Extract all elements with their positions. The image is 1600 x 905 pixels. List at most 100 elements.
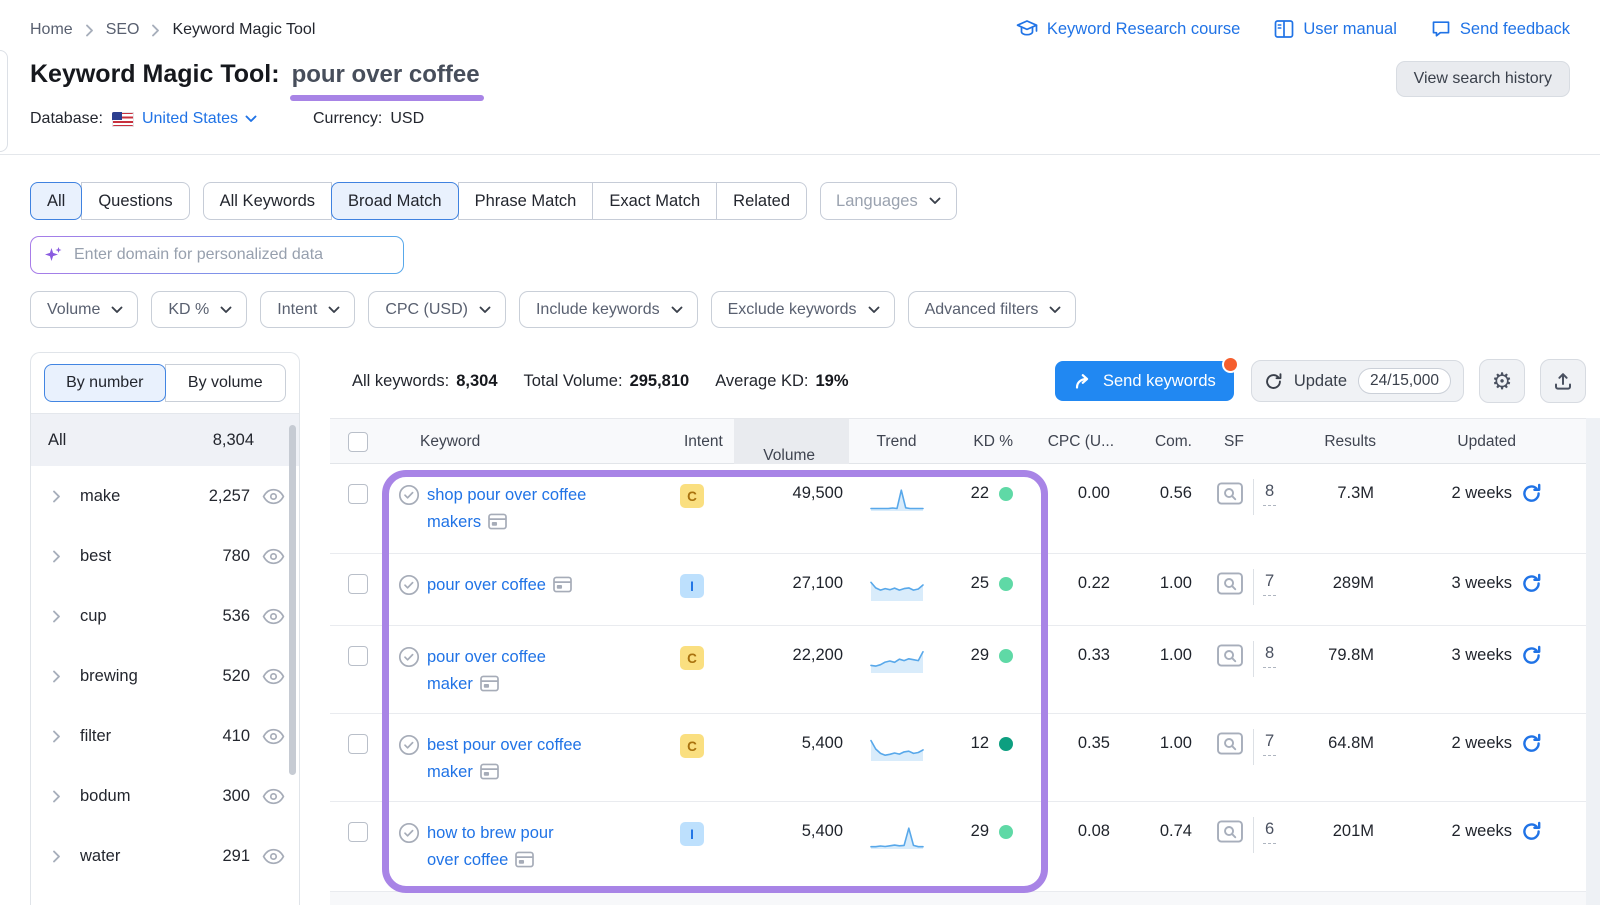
kd-dot <box>999 487 1013 501</box>
eye-icon[interactable] <box>262 608 285 625</box>
filter-exclude-keywords[interactable]: Exclude keywords <box>711 291 895 328</box>
select-all-checkbox[interactable] <box>348 432 368 452</box>
intent-badge[interactable]: I <box>680 574 704 598</box>
row-checkbox[interactable] <box>348 574 368 594</box>
serp-preview-icon[interactable] <box>480 675 499 692</box>
filter-kd[interactable]: KD % <box>151 291 247 328</box>
results-value: 289M <box>1309 554 1434 625</box>
filter-cpc-usd[interactable]: CPC (USD) <box>368 291 506 328</box>
serp-features-icon[interactable] <box>1216 732 1244 801</box>
stat-value: 19% <box>815 372 848 390</box>
tab-all[interactable]: All <box>30 182 82 220</box>
eye-icon[interactable] <box>262 728 285 745</box>
refresh-icon[interactable] <box>1521 821 1542 891</box>
domain-input[interactable] <box>72 245 391 265</box>
filter-include-keywords[interactable]: Include keywords <box>519 291 698 328</box>
row-checkbox[interactable] <box>348 734 368 754</box>
group-label: best <box>80 547 222 566</box>
intent-badge[interactable]: C <box>680 646 704 670</box>
eye-icon[interactable] <box>262 488 285 505</box>
update-label: Update <box>1294 372 1347 391</box>
sidebar-group-bodum[interactable]: bodum300 <box>31 766 299 826</box>
refresh-icon[interactable] <box>1521 483 1542 553</box>
notification-dot <box>1222 356 1239 373</box>
sf-value[interactable]: 8 <box>1263 644 1276 668</box>
keyword-link[interactable]: shop pour over coffee makers <box>427 482 588 553</box>
chevron-down-icon <box>671 301 683 319</box>
serp-preview-icon[interactable] <box>553 576 572 593</box>
row-checkbox[interactable] <box>348 822 368 842</box>
tab-exact-match[interactable]: Exact Match <box>592 182 717 220</box>
breadcrumb-item-seo[interactable]: SEO <box>106 21 140 39</box>
filter-volume[interactable]: Volume <box>30 291 138 328</box>
keyword-link[interactable]: pour over coffee <box>427 572 572 625</box>
serp-preview-icon[interactable] <box>488 513 507 530</box>
chevron-right-icon <box>52 490 63 503</box>
chevron-right-icon <box>52 850 63 863</box>
header-link-keyword-research-course[interactable]: Keyword Research course <box>1016 19 1241 39</box>
row-checkbox[interactable] <box>348 646 368 666</box>
header-link-user-manual[interactable]: User manual <box>1274 19 1397 39</box>
sidebar-group-cup[interactable]: cup536 <box>31 586 299 646</box>
sidebar-group-brewing[interactable]: brewing520 <box>31 646 299 706</box>
sidebar-group-make[interactable]: make2,257 <box>31 466 299 526</box>
intent-badge[interactable]: I <box>680 822 704 846</box>
page-title-prefix: Keyword Magic Tool: <box>30 60 280 88</box>
sidebar-group-filter[interactable]: filter410 <box>31 706 299 766</box>
keyword-link[interactable]: best pour over coffee maker <box>427 732 588 801</box>
keyword-link[interactable]: pour over coffee maker <box>427 644 588 713</box>
chevron-right-icon <box>151 24 160 37</box>
refresh-icon[interactable] <box>1521 733 1542 801</box>
serp-features-icon[interactable] <box>1216 572 1244 625</box>
group-count: 520 <box>222 667 250 686</box>
sort-toggle-by-number[interactable]: By number <box>44 364 166 402</box>
serp-features-icon[interactable] <box>1216 482 1244 553</box>
sf-value[interactable]: 7 <box>1263 732 1276 756</box>
row-checkbox[interactable] <box>348 484 368 504</box>
sidebar-group-best[interactable]: best780 <box>31 526 299 586</box>
tab-phrase-match[interactable]: Phrase Match <box>458 182 594 220</box>
refresh-icon[interactable] <box>1521 645 1542 713</box>
sort-toggle-by-volume[interactable]: By volume <box>165 364 287 402</box>
breadcrumb-item-home[interactable]: Home <box>30 21 73 39</box>
tab-all-keywords[interactable]: All Keywords <box>203 182 332 220</box>
languages-dropdown[interactable]: Languages <box>820 182 957 220</box>
eye-icon[interactable] <box>262 668 285 685</box>
refresh-icon <box>1264 372 1283 391</box>
collapsed-panel-handle[interactable] <box>0 50 8 152</box>
sf-value[interactable]: 7 <box>1263 572 1276 596</box>
intent-badge[interactable]: C <box>680 734 704 758</box>
update-button[interactable]: Update 24/15,000 <box>1251 360 1464 402</box>
table-settings-button[interactable]: ⚙ <box>1479 359 1525 403</box>
eye-icon[interactable] <box>262 848 285 865</box>
sf-value[interactable]: 8 <box>1263 482 1276 506</box>
tab-questions[interactable]: Questions <box>81 182 189 220</box>
chevron-down-icon <box>220 301 232 319</box>
send-keywords-button[interactable]: Send keywords <box>1055 361 1234 401</box>
header-link-label: Keyword Research course <box>1047 20 1241 39</box>
sf-value[interactable]: 6 <box>1263 820 1276 844</box>
database-label: Database: <box>30 110 103 128</box>
keyword-link[interactable]: how to brew pour over coffee <box>427 820 588 891</box>
sidebar-item-all[interactable]: All 8,304 <box>31 414 299 466</box>
group-label: brewing <box>80 667 222 686</box>
intent-badge[interactable]: C <box>680 484 704 508</box>
sidebar-group-water[interactable]: water291 <box>31 826 299 886</box>
serp-preview-icon[interactable] <box>515 851 534 868</box>
refresh-icon[interactable] <box>1521 573 1542 625</box>
serp-preview-icon[interactable] <box>480 763 499 780</box>
view-search-history-button[interactable]: View search history <box>1396 61 1570 97</box>
serp-features-icon[interactable] <box>1216 820 1244 891</box>
filter-advanced-filters[interactable]: Advanced filters <box>908 291 1077 328</box>
filter-intent[interactable]: Intent <box>260 291 355 328</box>
header-link-send-feedback[interactable]: Send feedback <box>1431 19 1570 39</box>
serp-features-icon[interactable] <box>1216 644 1244 713</box>
tab-broad-match[interactable]: Broad Match <box>331 182 459 220</box>
sidebar-scrollbar[interactable] <box>289 425 296 775</box>
com-value: 1.00 <box>1144 714 1214 801</box>
export-button[interactable] <box>1540 359 1586 403</box>
database-selector[interactable]: United States <box>142 110 257 128</box>
eye-icon[interactable] <box>262 788 285 805</box>
eye-icon[interactable] <box>262 548 285 565</box>
tab-related[interactable]: Related <box>716 182 807 220</box>
